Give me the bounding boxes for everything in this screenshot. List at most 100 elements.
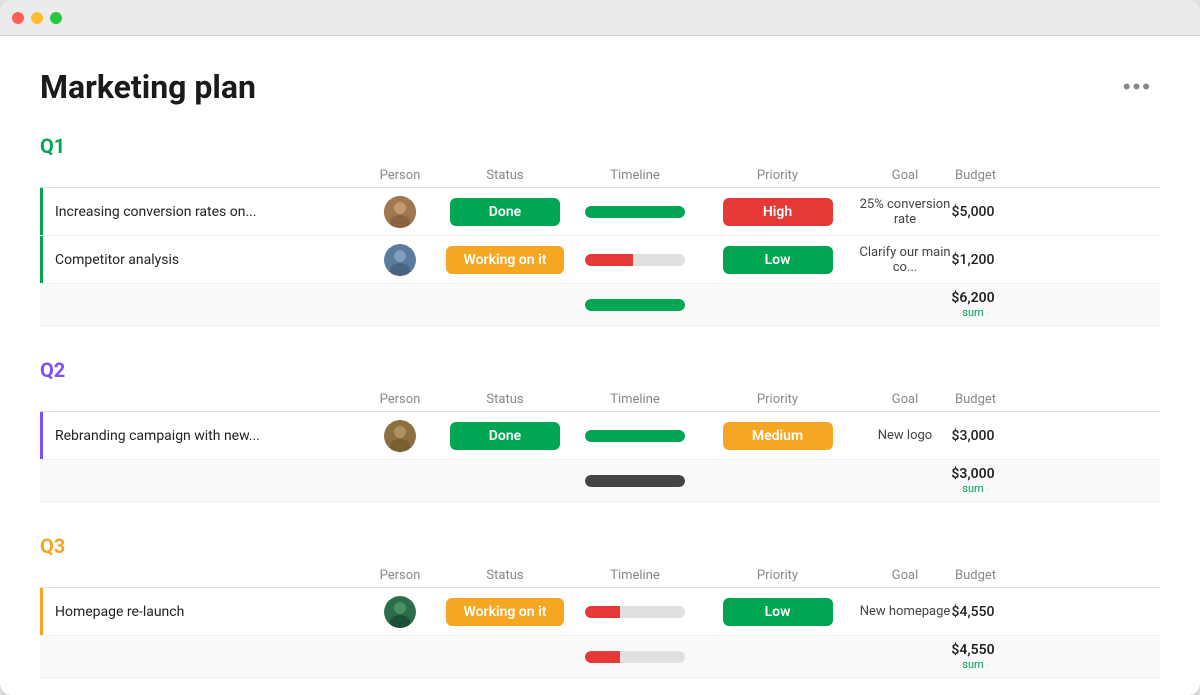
timeline-bar <box>585 206 685 218</box>
timeline-sum-bar <box>585 475 685 487</box>
q3-section: Q3 Person Status Timeline Priority Goal … <box>40 534 1160 678</box>
row-budget: $1,200 <box>955 252 991 268</box>
table-row: Increasing conversion rates on... Done <box>40 188 1160 236</box>
row-status: Working on it <box>440 598 570 626</box>
status-badge: Done <box>450 198 560 226</box>
timeline-bar <box>585 430 685 442</box>
row-task-name: Competitor analysis <box>40 236 360 283</box>
q1-col-person: Person <box>360 168 440 183</box>
row-budget: $3,000 <box>955 428 991 444</box>
timeline-bar <box>585 254 685 266</box>
row-person <box>360 244 440 276</box>
row-priority: High <box>700 198 855 226</box>
q1-title: Q1 <box>40 134 1160 158</box>
q3-col-priority: Priority <box>700 568 855 583</box>
app-window: Marketing plan ••• Q1 Person Status Time… <box>0 0 1200 695</box>
more-options-button[interactable]: ••• <box>1115 70 1160 104</box>
status-badge: Working on it <box>446 598 565 626</box>
q3-col-goal: Goal <box>855 568 955 583</box>
q2-title: Q2 <box>40 358 1160 382</box>
q2-sum-timeline <box>570 475 700 487</box>
sum-amount: $6,200 <box>951 290 994 306</box>
status-badge: Working on it <box>446 246 565 274</box>
q2-col-priority: Priority <box>700 392 855 407</box>
q1-col-status: Status <box>440 168 570 183</box>
row-task-name: Homepage re-launch <box>40 588 360 635</box>
row-status: Working on it <box>440 246 570 274</box>
q1-sum-budget: $6,200 sum <box>955 290 991 319</box>
q2-col-budget: Budget <box>955 392 991 407</box>
row-priority: Low <box>700 598 855 626</box>
q2-col-person: Person <box>360 392 440 407</box>
q3-col-status: Status <box>440 568 570 583</box>
status-badge: Done <box>450 422 560 450</box>
q2-col-timeline: Timeline <box>570 392 700 407</box>
row-timeline <box>570 606 700 618</box>
sum-label: sum <box>962 306 983 319</box>
q1-col-goal: Goal <box>855 168 955 183</box>
sum-label: sum <box>962 658 983 671</box>
table-row: Competitor analysis Working on it <box>40 236 1160 284</box>
timeline-bar <box>585 606 685 618</box>
row-goal: New homepage <box>855 604 955 619</box>
row-status: Done <box>440 422 570 450</box>
sum-amount: $3,000 <box>951 466 994 482</box>
q3-col-timeline: Timeline <box>570 568 700 583</box>
sum-label: sum <box>962 482 983 495</box>
priority-badge: Low <box>723 598 833 626</box>
timeline-sum-bar <box>585 651 685 663</box>
avatar <box>384 244 416 276</box>
q1-col-timeline: Timeline <box>570 168 700 183</box>
row-priority: Medium <box>700 422 855 450</box>
q2-col-goal: Goal <box>855 392 955 407</box>
q3-sum-timeline <box>570 651 700 663</box>
row-person <box>360 596 440 628</box>
q2-sum-row: $3,000 sum <box>40 460 1160 502</box>
q3-col-budget: Budget <box>955 568 991 583</box>
minimize-dot[interactable] <box>31 12 43 24</box>
avatar <box>384 420 416 452</box>
q1-section: Q1 Person Status Timeline Priority Goal … <box>40 134 1160 326</box>
page-title: Marketing plan <box>40 68 256 106</box>
q3-title: Q3 <box>40 534 1160 558</box>
row-goal: 25% conversion rate <box>855 197 955 227</box>
maximize-dot[interactable] <box>50 12 62 24</box>
row-status: Done <box>440 198 570 226</box>
avatar <box>384 196 416 228</box>
row-goal: Clarify our main co... <box>855 245 955 275</box>
row-person <box>360 420 440 452</box>
priority-badge: Medium <box>723 422 833 450</box>
table-row: Rebranding campaign with new... Done <box>40 412 1160 460</box>
q2-sum-budget: $3,000 sum <box>955 466 991 495</box>
timeline-sum-bar <box>585 299 685 311</box>
q2-col-status: Status <box>440 392 570 407</box>
q3-table-header: Person Status Timeline Priority Goal Bud… <box>40 568 1160 588</box>
row-priority: Low <box>700 246 855 274</box>
page-header: Marketing plan ••• <box>40 68 1160 106</box>
q1-table-header: Person Status Timeline Priority Goal Bud… <box>40 168 1160 188</box>
row-budget: $5,000 <box>955 204 991 220</box>
q1-sum-timeline <box>570 299 700 311</box>
priority-badge: High <box>723 198 833 226</box>
q1-sum-row: $6,200 sum <box>40 284 1160 326</box>
close-dot[interactable] <box>12 12 24 24</box>
q3-col-person: Person <box>360 568 440 583</box>
row-person <box>360 196 440 228</box>
q2-section: Q2 Person Status Timeline Priority Goal … <box>40 358 1160 502</box>
main-content: Marketing plan ••• Q1 Person Status Time… <box>0 36 1200 695</box>
row-budget: $4,550 <box>955 604 991 620</box>
row-timeline <box>570 430 700 442</box>
avatar <box>384 596 416 628</box>
row-task-name: Increasing conversion rates on... <box>40 188 360 235</box>
q1-col-budget: Budget <box>955 168 991 183</box>
row-timeline <box>570 254 700 266</box>
row-goal: New logo <box>855 428 955 443</box>
q1-col-priority: Priority <box>700 168 855 183</box>
row-task-name: Rebranding campaign with new... <box>40 412 360 459</box>
sum-amount: $4,550 <box>951 642 994 658</box>
priority-badge: Low <box>723 246 833 274</box>
q2-table-header: Person Status Timeline Priority Goal Bud… <box>40 392 1160 412</box>
row-timeline <box>570 206 700 218</box>
q3-sum-row: $4,550 sum <box>40 636 1160 678</box>
q3-sum-budget: $4,550 sum <box>955 642 991 671</box>
